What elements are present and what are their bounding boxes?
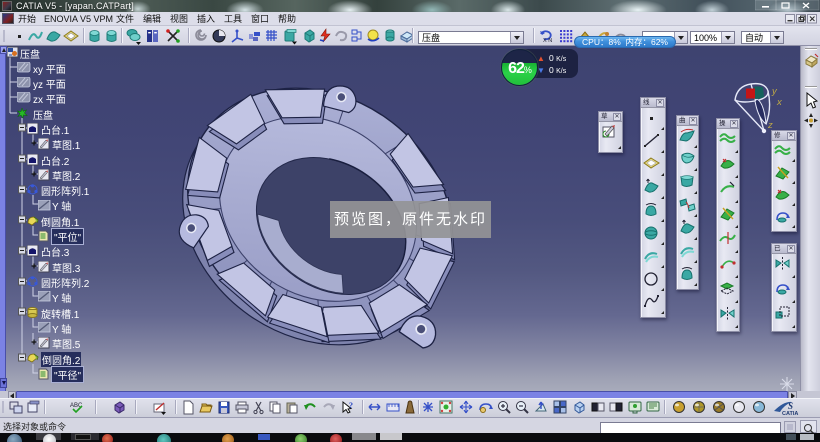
svg-text:?: ? <box>349 401 353 410</box>
svg-text:x: x <box>776 97 783 108</box>
svg-text:y: y <box>771 86 778 97</box>
svg-text:z: z <box>767 120 773 131</box>
svg-text:S: S <box>788 401 793 411</box>
